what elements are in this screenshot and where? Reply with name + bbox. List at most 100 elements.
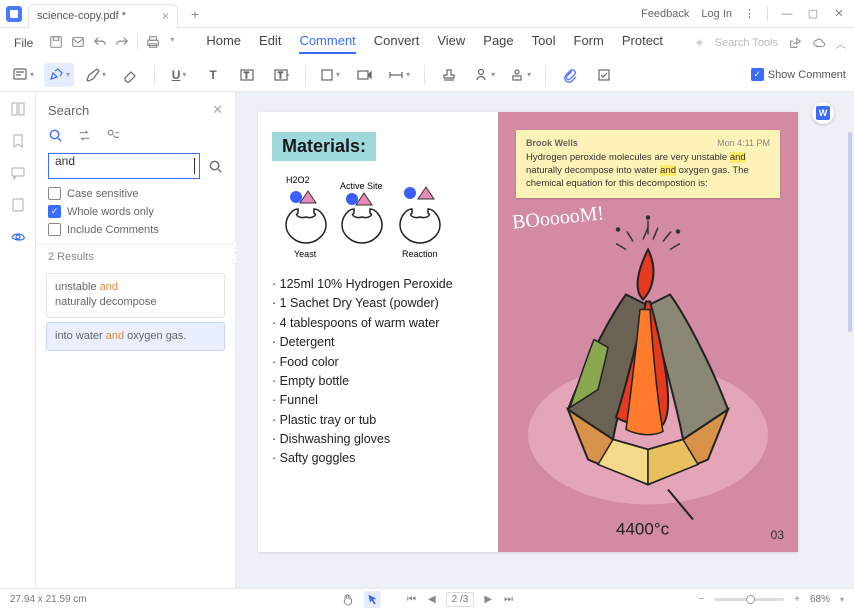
- minimize-icon[interactable]: ―: [780, 7, 794, 21]
- materials-list: · 125ml 10% Hydrogen Peroxide· 1 Sachet …: [272, 275, 484, 469]
- search-input[interactable]: and: [48, 153, 200, 179]
- titlebar: science-copy.pdf * × + Feedback Log In ⋮…: [0, 0, 854, 28]
- select-tool-icon[interactable]: [364, 591, 381, 608]
- replace-mode-icon[interactable]: [77, 128, 92, 143]
- highlight-tool[interactable]: ▾: [44, 63, 74, 87]
- feedback-link[interactable]: Feedback: [641, 8, 689, 20]
- zoom-slider[interactable]: [714, 598, 784, 601]
- menu-form[interactable]: Form: [574, 33, 604, 54]
- callout-tool[interactable]: T: [267, 63, 295, 87]
- textbox-tool[interactable]: T: [233, 63, 261, 87]
- arrow-tool[interactable]: [350, 63, 378, 87]
- mail-icon[interactable]: [71, 35, 85, 49]
- note-body: Hydrogen peroxide molecules are very uns…: [526, 152, 770, 190]
- attachments-icon[interactable]: [9, 196, 27, 214]
- advanced-mode-icon[interactable]: [106, 128, 121, 143]
- reaction-diagram: H2O2 Yeast Active Site Reaction: [272, 173, 484, 261]
- stamp-tool[interactable]: [435, 63, 463, 87]
- print-caret-icon[interactable]: ▾: [170, 35, 184, 49]
- statusbar: 27.94 x 21.59 cm ⏮ ◀ 2 /3 ▶ ⏭ − + 68% ▾: [0, 588, 854, 610]
- svg-text:H2O2: H2O2: [286, 175, 310, 185]
- file-menu[interactable]: File: [8, 36, 39, 50]
- zoom-in-icon[interactable]: +: [792, 594, 802, 605]
- zoom-out-icon[interactable]: −: [696, 594, 706, 605]
- redo-icon[interactable]: [115, 35, 129, 49]
- include-comments-checkbox[interactable]: [48, 223, 61, 236]
- close-tab-icon[interactable]: ×: [162, 9, 169, 23]
- search-button[interactable]: [208, 159, 223, 174]
- comments-icon[interactable]: [9, 164, 27, 182]
- cloud-icon[interactable]: [812, 36, 826, 50]
- login-link[interactable]: Log In: [701, 8, 732, 20]
- total-pages: /3: [460, 594, 468, 605]
- note-time: Mon 4:11 PM: [717, 138, 770, 148]
- share-icon[interactable]: [788, 36, 802, 50]
- list-item: · 1 Sachet Dry Yeast (powder): [272, 294, 484, 313]
- menu-edit[interactable]: Edit: [259, 33, 281, 54]
- whole-words-label: Whole words only: [67, 206, 154, 218]
- menu-convert[interactable]: Convert: [374, 33, 420, 54]
- checkbox-tool[interactable]: [590, 63, 618, 87]
- vertical-scrollbar[interactable]: [848, 132, 852, 332]
- comment-toolbar: ▾ ▾ ▾ U▾ T T T ▾ ▾ ▾ ▾ ✓ Show Comment: [0, 58, 854, 92]
- attachment-tool[interactable]: [556, 63, 584, 87]
- signature-tool[interactable]: ▾: [469, 63, 499, 87]
- menu-home[interactable]: Home: [206, 33, 241, 54]
- page: Materials: H2O2 Yeast Active Site Reacti…: [258, 112, 798, 552]
- next-page-icon[interactable]: ▶: [482, 594, 494, 605]
- page-number: 03: [771, 528, 784, 542]
- measure-tool[interactable]: ▾: [384, 63, 414, 87]
- search-mode-icon[interactable]: [48, 128, 63, 143]
- thumbnails-icon[interactable]: [9, 100, 27, 118]
- svg-text:T: T: [278, 71, 283, 80]
- menu-comment[interactable]: Comment: [299, 33, 355, 54]
- volcano-illustration: BOooooM! 4400°c: [498, 207, 798, 552]
- list-item: · Plastic tray or tub: [272, 411, 484, 430]
- menu-tool[interactable]: Tool: [532, 33, 556, 54]
- prev-page-icon[interactable]: ◀: [426, 594, 438, 605]
- search-nav-icon[interactable]: [9, 228, 27, 246]
- list-item: · 125ml 10% Hydrogen Peroxide: [272, 275, 484, 294]
- app-logo: [0, 0, 28, 28]
- magic-icon[interactable]: ✦: [695, 36, 705, 50]
- underline-tool[interactable]: U▾: [165, 63, 193, 87]
- document-viewer[interactable]: W Materials: H2O2 Yeast Active Site: [236, 92, 854, 588]
- list-item: · Detergent: [272, 333, 484, 352]
- search-tools-input[interactable]: Search Tools: [715, 37, 778, 49]
- last-page-icon[interactable]: ⏭: [502, 594, 515, 605]
- current-page[interactable]: 2: [452, 594, 458, 605]
- case-sensitive-checkbox[interactable]: [48, 187, 61, 200]
- print-icon[interactable]: [146, 35, 160, 49]
- show-comment-checkbox[interactable]: ✓: [751, 68, 764, 81]
- menubar: File ▾ Home Edit Comment Convert View Page Too…: [0, 28, 854, 58]
- close-panel-icon[interactable]: ✕: [212, 102, 223, 118]
- undo-icon[interactable]: [93, 35, 107, 49]
- text-tool[interactable]: T: [199, 63, 227, 87]
- comment-note[interactable]: Brook WellsMon 4:11 PM Hydrogen peroxide…: [516, 130, 780, 198]
- menu-page[interactable]: Page: [483, 33, 513, 54]
- document-tab[interactable]: science-copy.pdf * ×: [28, 4, 178, 28]
- first-page-icon[interactable]: ⏮: [405, 594, 418, 605]
- note-tool[interactable]: ▾: [8, 63, 38, 87]
- eraser-tool[interactable]: [116, 63, 144, 87]
- materials-heading: Materials:: [272, 132, 376, 161]
- maximize-icon[interactable]: ▢: [806, 7, 820, 21]
- save-icon[interactable]: [49, 35, 63, 49]
- pencil-tool[interactable]: ▾: [80, 63, 110, 87]
- stamp2-tool[interactable]: ▾: [505, 63, 535, 87]
- kebab-icon[interactable]: ⋮: [744, 7, 755, 20]
- hand-tool-icon[interactable]: [339, 593, 356, 606]
- bookmark-icon[interactable]: [9, 132, 27, 150]
- close-icon[interactable]: ✕: [832, 7, 846, 21]
- shape-tool[interactable]: ▾: [316, 63, 344, 87]
- menu-view[interactable]: View: [437, 33, 465, 54]
- menu-protect[interactable]: Protect: [622, 33, 663, 54]
- add-tab-button[interactable]: +: [186, 5, 204, 23]
- search-result[interactable]: unstable andnaturally decompose: [46, 273, 225, 318]
- results-count: 2 Results: [36, 244, 235, 269]
- word-export-badge[interactable]: W: [812, 102, 834, 124]
- chevron-up-icon[interactable]: ︿: [836, 36, 846, 51]
- whole-words-checkbox[interactable]: ✓: [48, 205, 61, 218]
- search-result[interactable]: into water and oxygen gas.: [46, 322, 225, 351]
- zoom-caret-icon[interactable]: ▾: [840, 595, 844, 604]
